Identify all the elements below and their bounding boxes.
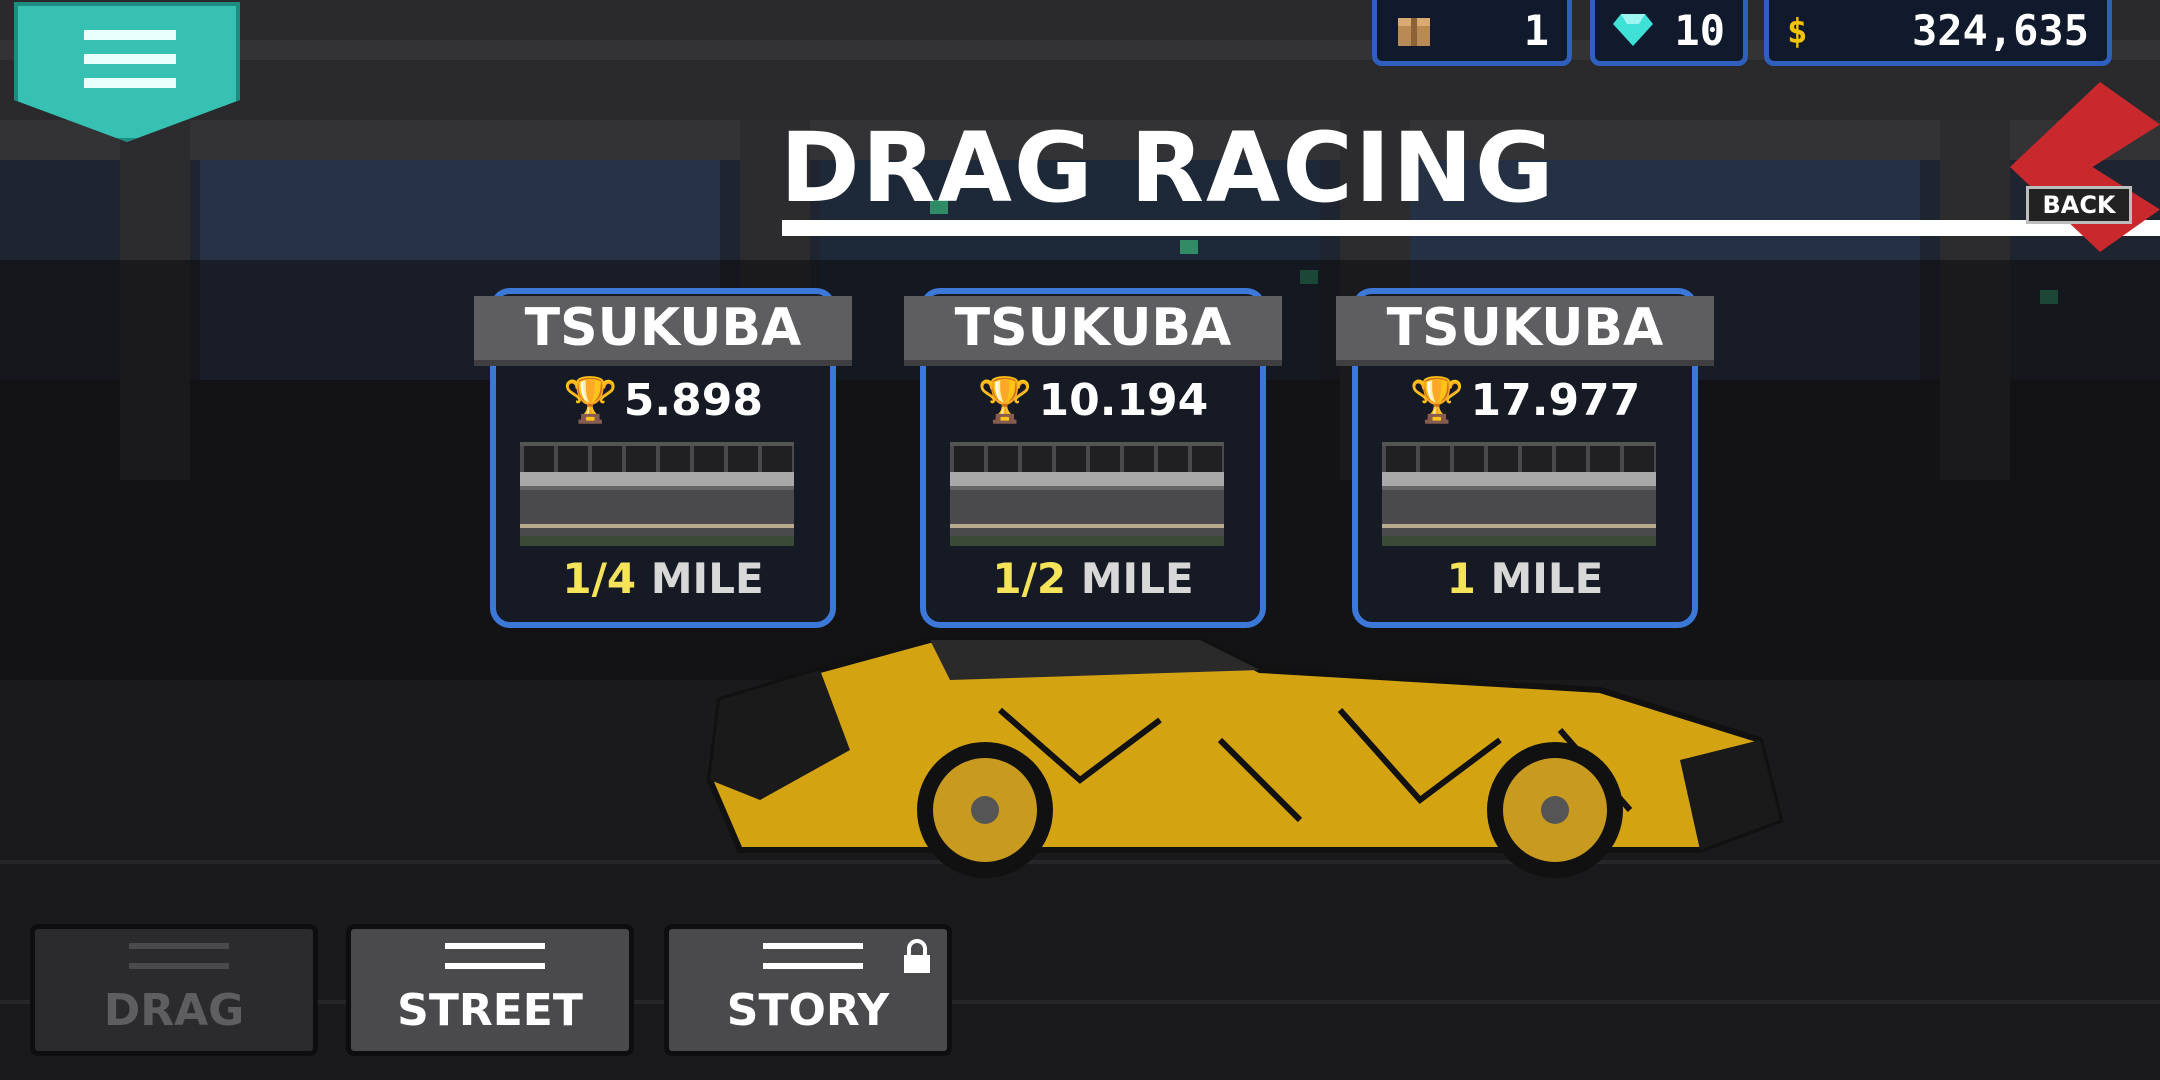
distance-unit: MILE [1490,554,1604,603]
hamburger-icon [84,54,176,64]
record-time: 🏆 5.898 [474,374,852,426]
back-button[interactable]: BACK [2026,186,2132,224]
record-value: 5.898 [623,375,763,426]
track-name: TSUKUBA [474,296,852,366]
dollar-icon: $ [1787,12,1808,52]
race-distance: 1 MILE [1336,554,1714,603]
track-name: TSUKUBA [1336,296,1714,366]
tab-label: STREET [397,985,583,1036]
track-name: TSUKUBA [904,296,1282,366]
record-value: 17.977 [1470,375,1641,426]
record-value: 10.194 [1038,375,1209,426]
track-preview [1382,442,1656,546]
record-time: 🏆 10.194 [904,374,1282,426]
trophy-icon: 🏆 [977,375,1033,426]
diamond-icon [1613,12,1653,55]
tab-story[interactable]: STORY [664,924,952,1056]
hamburger-icon [84,78,176,88]
trophy-icon: 🏆 [563,375,618,426]
distance-number: 1/2 [992,554,1067,603]
tab-decoration [763,943,863,949]
race-card-quarter-mile[interactable]: TSUKUBA 🏆 5.898 1/4 MILE [474,288,852,628]
tab-decoration [445,963,545,969]
trophy-icon: 🏆 [1409,375,1465,426]
money-value: 324,635 [1911,6,2089,55]
race-distance: 1/4 MILE [474,554,852,603]
race-card-one-mile[interactable]: TSUKUBA 🏆 17.977 1 MILE [1336,288,1714,628]
track-preview [950,442,1224,546]
crate-icon [1395,12,1433,59]
distance-unit: MILE [1080,554,1194,603]
lit-window [1180,240,1198,254]
crates-counter[interactable]: 1 [1372,0,1572,66]
tab-label: DRAG [103,985,245,1036]
hamburger-icon [84,30,176,40]
distance-number: 1/4 [562,554,637,603]
money-counter[interactable]: $ 324,635 [1764,0,2112,66]
race-distance: 1/2 MILE [904,554,1282,603]
distance-unit: MILE [650,554,764,603]
record-time: 🏆 17.977 [1336,374,1714,426]
crates-value: 1 [1523,6,1549,55]
tab-drag[interactable]: DRAG [30,924,318,1056]
tab-street[interactable]: STREET [346,924,634,1056]
distance-number: 1 [1446,554,1476,603]
diamonds-counter[interactable]: 10 [1590,0,1748,66]
page-title: DRAG RACING [780,112,1556,224]
tab-decoration [129,943,229,949]
diamonds-value: 10 [1674,6,1725,55]
tab-decoration [445,943,545,949]
lock-icon [904,939,930,973]
floor-line [0,1000,2160,1004]
tab-decoration [129,963,229,969]
track-preview [520,442,794,546]
tab-decoration [763,963,863,969]
title-underline [782,220,2160,236]
tab-label: STORY [726,985,890,1036]
race-card-half-mile[interactable]: TSUKUBA 🏆 10.194 1/2 MILE [904,288,1282,628]
player-car [706,637,1784,878]
